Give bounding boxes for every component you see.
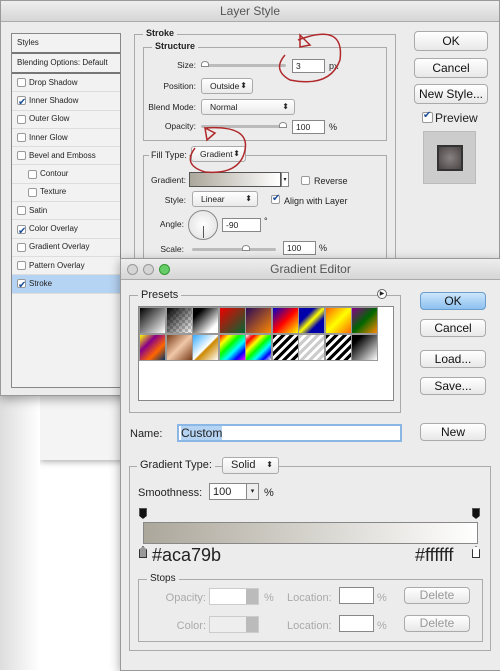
name-label: Name: [130, 428, 163, 440]
name-value: Custom [181, 426, 223, 440]
preset-swatch[interactable] [165, 334, 193, 361]
preset-swatch[interactable] [218, 334, 246, 361]
presets-menu-icon[interactable]: ▶ [377, 289, 387, 299]
minimize-window-button[interactable] [143, 264, 154, 275]
smoothness-dropdown-arrow[interactable]: ▾ [246, 483, 259, 500]
end-color-label: #ffffff [415, 545, 454, 565]
name-input[interactable]: Custom [177, 424, 402, 442]
color-location-label: Location: [287, 620, 332, 632]
checkbox[interactable] [17, 277, 26, 295]
style-item-stroke[interactable]: Stroke [12, 275, 120, 295]
color-location-unit: % [377, 620, 387, 632]
stop-opacity-input[interactable] [209, 588, 259, 605]
style-item-label: Stroke [29, 278, 53, 288]
preset-swatch[interactable] [351, 334, 378, 361]
checkbox[interactable] [17, 261, 26, 271]
gradient-type-select[interactable]: Solid [222, 457, 279, 474]
preset-swatch[interactable] [324, 307, 352, 334]
red-annotations [189, 33, 342, 174]
new-button[interactable]: New [420, 423, 486, 441]
preset-swatch[interactable] [351, 307, 378, 334]
smoothness-input[interactable]: 100 [209, 483, 247, 500]
preset-swatch[interactable] [298, 307, 325, 334]
ok-button[interactable]: OK [420, 292, 486, 310]
annotation-filltype-circle [189, 126, 247, 174]
preset-swatch[interactable] [165, 307, 193, 334]
delete-color-stop-button[interactable]: Delete [404, 615, 470, 632]
opacity-location-input[interactable] [339, 587, 374, 604]
gradient-editor-title: Gradient Editor [121, 259, 500, 280]
preset-swatch[interactable] [324, 334, 352, 361]
start-color-label: #aca79b [152, 545, 222, 565]
annotation-size-circle [278, 33, 342, 83]
preset-swatch[interactable] [298, 334, 325, 361]
smoothness-unit: % [264, 487, 274, 499]
background-shade [0, 395, 40, 670]
load-button[interactable]: Load... [420, 350, 486, 368]
stop-color-swatch[interactable] [209, 616, 259, 633]
background-panel [40, 390, 130, 460]
preset-swatch[interactable] [192, 334, 219, 361]
preset-swatch[interactable] [139, 334, 166, 361]
presets-grid [138, 306, 394, 401]
stop-opacity-label: Opacity: [165, 592, 206, 604]
gradient-type-label: Gradient Type: [137, 459, 215, 471]
preset-swatch[interactable] [245, 334, 272, 361]
close-window-button[interactable] [127, 264, 138, 275]
save-button[interactable]: Save... [420, 377, 486, 395]
cancel-button[interactable]: Cancel [420, 319, 486, 337]
stop-opacity-unit: % [264, 592, 274, 604]
preset-swatch[interactable] [245, 307, 272, 334]
gradient-preview-bar[interactable] [143, 522, 478, 544]
gradient-editor-dialog: Gradient Editor Presets ▶ OK Cancel Load… [120, 258, 500, 671]
delete-opacity-stop-button[interactable]: Delete [404, 587, 470, 604]
stop-color-label: Color: [176, 620, 206, 632]
preset-swatch[interactable] [218, 307, 246, 334]
preset-swatch[interactable] [139, 307, 166, 334]
opacity-location-label: Location: [287, 592, 332, 604]
presets-legend: Presets [138, 289, 182, 301]
preset-swatch[interactable] [271, 307, 299, 334]
zoom-window-button[interactable] [159, 264, 170, 275]
stops-legend: Stops [147, 573, 179, 584]
opacity-location-unit: % [377, 592, 387, 604]
color-location-input[interactable] [339, 615, 374, 632]
smoothness-label: Smoothness: [138, 487, 203, 499]
preset-swatch[interactable] [271, 334, 299, 361]
preset-swatch[interactable] [192, 307, 219, 334]
